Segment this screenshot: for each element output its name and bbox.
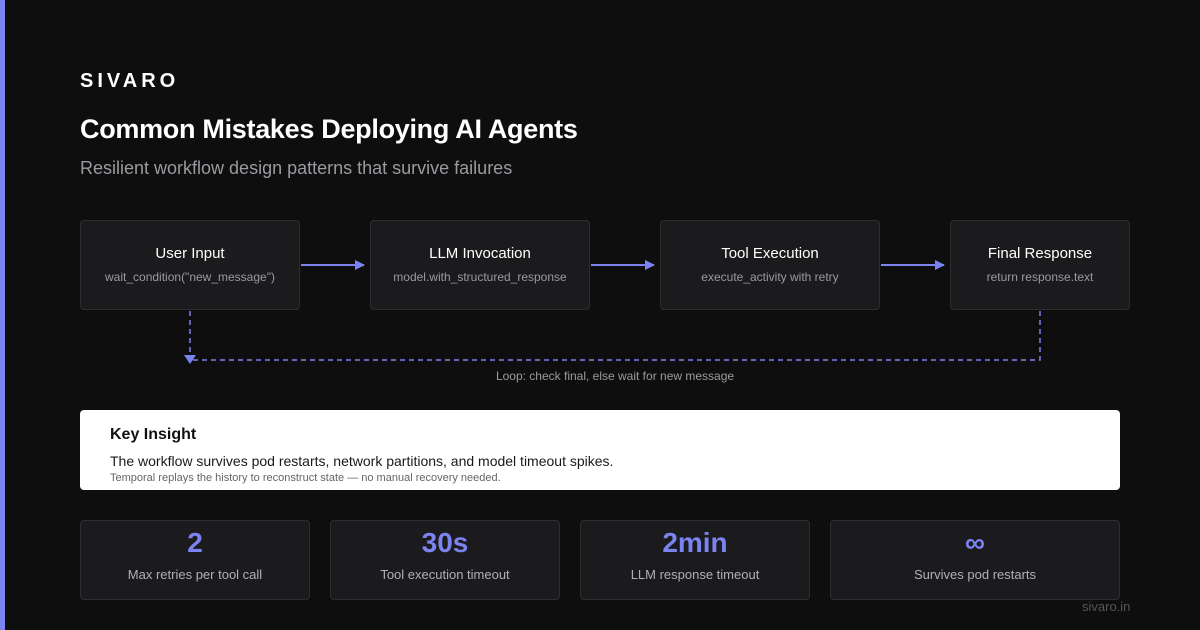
step-user-input: User Input wait_condition("new_message") (80, 220, 300, 310)
stat-value: 2min (662, 527, 728, 558)
insight-body: The workflow survives pod restarts, netw… (110, 453, 614, 469)
stat-card-retries: 2 Max retries per tool call (80, 520, 310, 600)
stat-value: 2 (187, 527, 203, 558)
step-detail: execute_activity with retry (701, 270, 839, 284)
stat-label: LLM response timeout (630, 567, 760, 582)
loop-label: Loop: check final, else wait for new mes… (495, 369, 735, 383)
insight-title: Key Insight (110, 426, 197, 443)
stat-label: Max retries per tool call (127, 567, 263, 582)
loop-back-connector (190, 311, 1041, 361)
step-detail: return response.text (986, 270, 1094, 284)
stat-label: Tool execution timeout (380, 567, 510, 582)
stat-label: Survives pod restarts (913, 567, 1037, 582)
step-title: Tool Execution (721, 245, 819, 262)
stat-card-tool-timeout: 30s Tool execution timeout (330, 520, 560, 600)
step-title: LLM Invocation (429, 245, 531, 262)
step-title: Final Response (987, 245, 1093, 262)
key-insight-box: Key Insight The workflow survives pod re… (80, 410, 1120, 490)
stat-value: ∞ (965, 527, 985, 558)
step-tool-execution: Tool Execution execute_activity with ret… (660, 220, 880, 310)
step-title: User Input (155, 245, 225, 262)
stat-card-pod-restarts: ∞ Survives pod restarts (830, 520, 1120, 600)
step-detail: wait_condition("new_message") (105, 270, 275, 284)
insight-note: Temporal replays the history to reconstr… (110, 472, 501, 484)
stat-card-llm-timeout: 2min LLM response timeout (580, 520, 810, 600)
stat-value: 30s (421, 527, 469, 558)
step-detail: model.with_structured_response (393, 270, 567, 284)
footer-url: sivaro.in (1082, 599, 1131, 614)
step-llm-invocation: LLM Invocation model.with_structured_res… (370, 220, 590, 310)
step-final-response: Final Response return response.text (950, 220, 1130, 310)
